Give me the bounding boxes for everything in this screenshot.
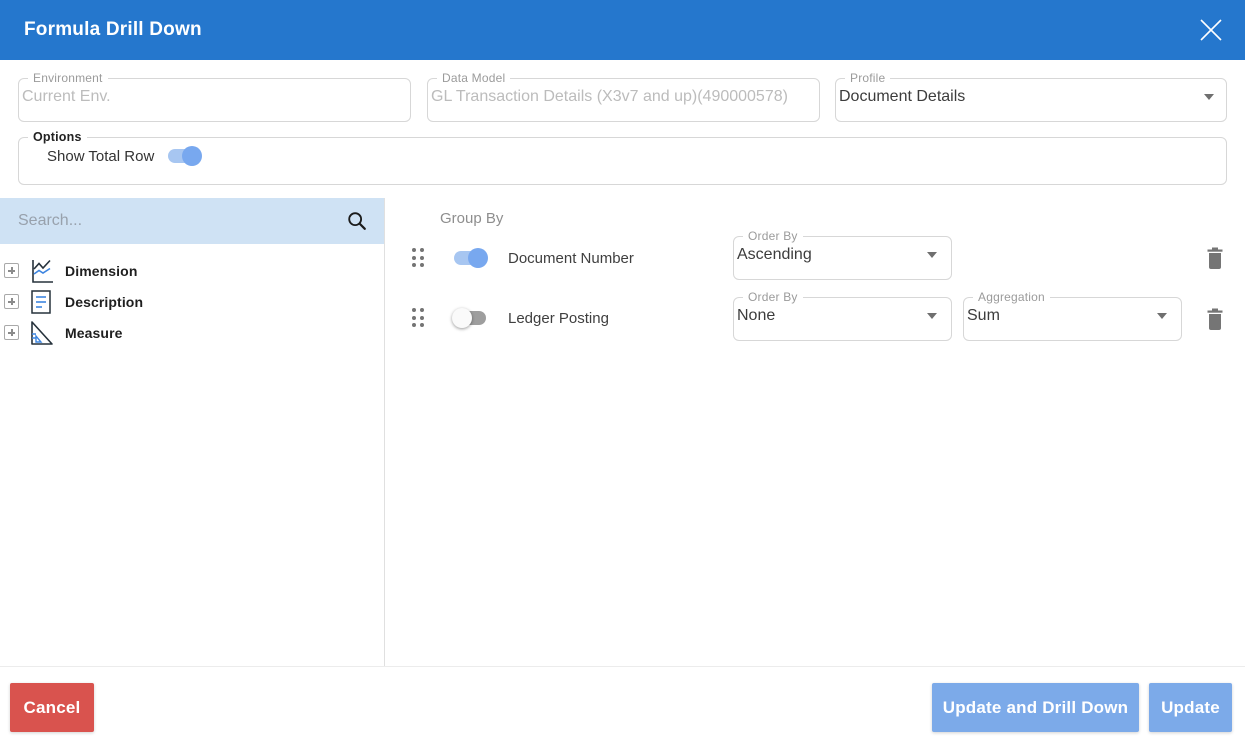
drag-handle-icon[interactable] [412, 248, 426, 269]
chevron-down-icon [1157, 313, 1167, 319]
group-by-heading: Group By [440, 210, 503, 227]
order-by-label: Order By [743, 229, 803, 243]
aggregation-value: Sum [967, 307, 1000, 325]
field-tree: Dimension Description [0, 244, 384, 348]
profile-label: Profile [845, 71, 890, 85]
expand-plus-icon[interactable] [4, 263, 19, 278]
data-model-field: Data Model [427, 71, 820, 122]
toggle-knob [468, 248, 488, 268]
line-chart-icon [28, 258, 54, 284]
environment-input[interactable] [19, 85, 410, 106]
order-by-select-document-number[interactable]: Order By Ascending [733, 229, 952, 280]
aggregation-select-ledger-posting[interactable]: Aggregation Sum [963, 290, 1182, 341]
order-by-value: Ascending [737, 246, 812, 264]
search-input[interactable] [18, 212, 346, 230]
order-by-select-ledger-posting[interactable]: Order By None [733, 290, 952, 341]
update-button[interactable]: Update [1149, 683, 1232, 732]
trash-icon [1203, 306, 1227, 332]
dialog-header: Formula Drill Down [0, 0, 1245, 60]
profile-value: Document Details [839, 88, 965, 106]
data-model-input[interactable] [428, 85, 819, 106]
show-total-row-label: Show Total Row [47, 148, 154, 165]
chevron-down-icon [927, 252, 937, 258]
dialog-title: Formula Drill Down [24, 19, 202, 41]
environment-label: Environment [28, 71, 108, 85]
close-button[interactable] [1195, 14, 1227, 46]
delete-row-button[interactable] [1203, 306, 1227, 332]
tree-item-dimension[interactable]: Dimension [0, 255, 384, 286]
group-row-name: Ledger Posting [508, 310, 609, 327]
search-icon[interactable] [346, 210, 368, 232]
aggregation-label: Aggregation [973, 290, 1050, 304]
toggle-knob [182, 146, 202, 166]
tree-item-label: Dimension [65, 263, 137, 279]
drag-handle-icon[interactable] [412, 308, 426, 329]
expand-plus-icon[interactable] [4, 294, 19, 309]
cancel-button[interactable]: Cancel [10, 683, 94, 732]
profile-select[interactable]: Profile Document Details [835, 71, 1227, 122]
tree-item-description[interactable]: Description [0, 286, 384, 317]
tree-item-label: Description [65, 294, 143, 310]
data-model-label: Data Model [437, 71, 510, 85]
chevron-down-icon [927, 313, 937, 319]
delete-row-button[interactable] [1203, 245, 1227, 271]
environment-field: Environment [18, 71, 411, 122]
trash-icon [1203, 245, 1227, 271]
order-by-value: None [737, 307, 775, 325]
chevron-down-icon [1204, 94, 1214, 100]
expand-plus-icon[interactable] [4, 325, 19, 340]
close-icon [1198, 17, 1224, 43]
order-by-label: Order By [743, 290, 803, 304]
update-and-drill-down-button[interactable]: Update and Drill Down [932, 683, 1139, 732]
search-bar [0, 198, 384, 244]
field-tree-panel: Dimension Description [0, 198, 385, 666]
dialog-footer: Cancel Update and Drill Down Update [0, 666, 1245, 743]
options-label: Options [28, 130, 87, 144]
group-row-toggle-ledger-posting[interactable] [452, 308, 488, 328]
document-lines-icon [28, 289, 54, 315]
tree-item-measure[interactable]: Measure [0, 317, 384, 348]
group-row-toggle-document-number[interactable] [452, 248, 488, 268]
tree-item-label: Measure [65, 325, 123, 341]
show-total-row-toggle[interactable] [166, 146, 202, 166]
options-group: Options Show Total Row [18, 130, 1227, 185]
set-square-icon [28, 320, 54, 346]
toggle-knob [452, 308, 472, 328]
formula-drill-down-dialog: Formula Drill Down Environment Data Mode… [0, 0, 1245, 743]
group-row-name: Document Number [508, 250, 634, 267]
